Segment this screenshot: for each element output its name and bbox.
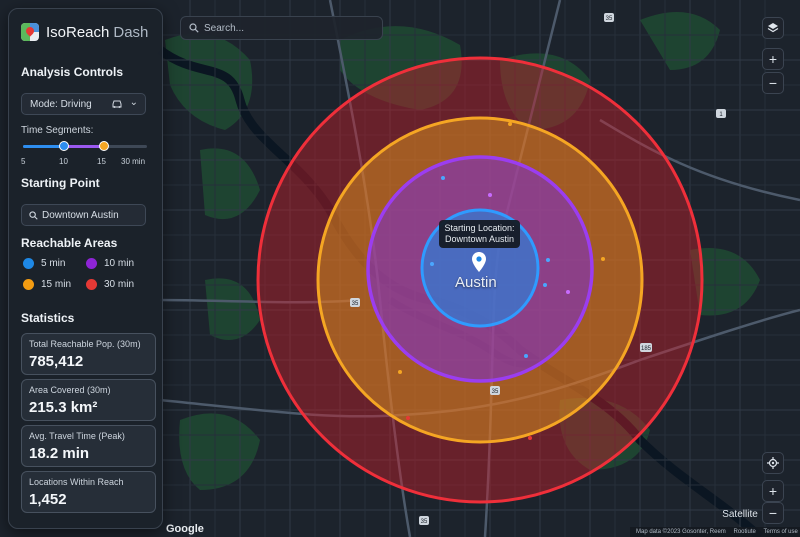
highway-shield: 35: [604, 13, 614, 22]
map-zoom-out-button[interactable]: −: [762, 72, 784, 94]
tick-label: 30 min: [121, 157, 146, 166]
stat-label: Avg. Travel Time (Peak): [29, 431, 125, 441]
app-name: IsoReach: [46, 23, 110, 41]
starting-point-heading: Starting Point: [21, 176, 100, 190]
tooltip-line-2: Downtown Austin: [444, 234, 515, 244]
city-label: Austin: [455, 274, 497, 291]
legend-label: 15 min: [41, 279, 72, 290]
slider-fill-blue: [23, 145, 63, 148]
car-icon: [112, 100, 122, 108]
time-segments-slider[interactable]: [23, 141, 147, 151]
plus-icon: +: [768, 51, 778, 67]
plus-icon: +: [768, 483, 778, 499]
attribution-link[interactable]: Rootiute: [733, 529, 755, 535]
slider-handle-10[interactable]: [59, 141, 69, 151]
map-logo-icon: [21, 23, 39, 41]
map-zoom-in-button[interactable]: +: [762, 48, 784, 70]
highway-shield: 35: [419, 516, 429, 525]
legend-dot: [23, 258, 34, 269]
stat-card-population: Total Reachable Pop. (30m) 785,412: [21, 333, 156, 375]
legend-item-30: 30 min: [86, 279, 134, 290]
app-suffix: Dash: [113, 23, 149, 41]
minus-icon: −: [768, 75, 778, 91]
legend-label: 30 min: [104, 279, 135, 290]
highway-shield: 185: [640, 343, 652, 352]
stat-value: 1,452: [29, 491, 67, 508]
legend-item-10: 10 min: [86, 258, 134, 269]
slider-fill-purple: [63, 145, 103, 148]
google-logo: Google: [166, 523, 204, 535]
tick-label: 5: [21, 157, 26, 166]
legend-dot: [86, 258, 97, 269]
analysis-panel: IsoReach Dash Analysis Controls Mode: Dr…: [8, 8, 163, 529]
svg-text:35: 35: [421, 519, 428, 525]
analysis-controls-heading: Analysis Controls: [21, 65, 124, 79]
map-attribution: Map data ©2023 Gosonter, Reem Rootiute T…: [630, 527, 800, 537]
crosshair-icon: [767, 457, 779, 469]
stat-card-locations: Locations Within Reach 1,452: [21, 471, 156, 513]
slider-handle-15[interactable]: [99, 141, 109, 151]
brand: IsoReach Dash: [21, 23, 148, 41]
svg-text:35: 35: [606, 16, 613, 22]
statistics-heading: Statistics: [21, 311, 75, 325]
map-search-bar[interactable]: Search...: [180, 16, 383, 40]
satellite-toggle[interactable]: Satellite: [712, 504, 768, 524]
highway-shield: 35: [350, 298, 360, 307]
legend-dot: [86, 279, 97, 290]
stat-value: 18.2 min: [29, 445, 90, 462]
my-location-button[interactable]: [762, 452, 784, 474]
legend-item-5: 5 min: [23, 258, 65, 269]
stat-card-area: Area Covered (30m) 215.3 km²: [21, 379, 156, 421]
legend-label: 5 min: [41, 258, 66, 269]
mode-select[interactable]: Mode: Driving ⌄: [21, 93, 146, 115]
map-search-placeholder: Search...: [204, 23, 245, 34]
legend-item-15: 15 min: [23, 279, 71, 290]
reachable-areas-heading: Reachable Areas: [21, 236, 118, 250]
tick-label: 15: [97, 157, 106, 166]
zoom-in-button[interactable]: +: [762, 480, 784, 502]
tick-label: 10: [59, 157, 68, 166]
stat-card-travel-time: Avg. Travel Time (Peak) 18.2 min: [21, 425, 156, 467]
location-pin-icon[interactable]: [472, 252, 486, 272]
layers-button[interactable]: [762, 17, 784, 39]
stat-label: Locations Within Reach: [29, 477, 124, 487]
search-icon: [189, 23, 199, 33]
highway-shield: 1: [716, 109, 726, 118]
chevron-down-icon: ⌄: [129, 97, 138, 108]
legend-label: 10 min: [104, 258, 135, 269]
stat-value: 215.3 km²: [29, 399, 98, 416]
search-icon: [29, 211, 38, 220]
tooltip-line-1: Starting Location:: [444, 223, 515, 233]
layers-icon: [767, 23, 779, 33]
starting-point-value: Downtown Austin: [42, 210, 119, 221]
highway-shield: 35: [490, 386, 500, 395]
start-location-tooltip: Starting Location: Downtown Austin: [439, 220, 520, 248]
starting-point-input[interactable]: Downtown Austin: [21, 204, 146, 226]
svg-text:35: 35: [492, 389, 499, 395]
legend-dot: [23, 279, 34, 290]
stat-label: Total Reachable Pop. (30m): [29, 339, 141, 349]
svg-text:185: 185: [641, 346, 652, 352]
stat-label: Area Covered (30m): [29, 385, 111, 395]
mode-select-value: Mode: Driving: [30, 99, 92, 110]
minus-icon: −: [768, 505, 778, 521]
svg-text:35: 35: [352, 301, 359, 307]
stat-value: 785,412: [29, 353, 84, 370]
attribution-data: Map data ©2023 Gosonter, Reem: [636, 529, 726, 535]
terms-link[interactable]: Terms of use: [764, 529, 798, 535]
time-segments-label: Time Segments:: [21, 125, 94, 136]
